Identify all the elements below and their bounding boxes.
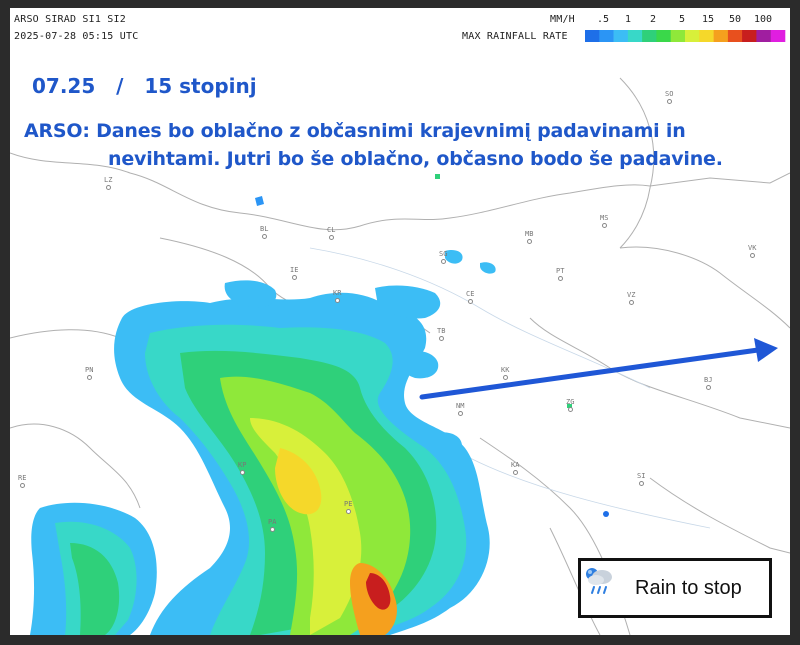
- legend-label: 2: [649, 14, 657, 25]
- city-marker: ZG: [566, 398, 575, 412]
- forecast-line-1: ARSO: Danes bo oblačno z občasnimi kraje…: [24, 120, 686, 142]
- legend-swatch: [685, 30, 700, 42]
- city-marker: KA: [511, 461, 520, 475]
- legend-swatch: [656, 30, 671, 42]
- city-marker: VZ: [627, 291, 636, 305]
- date-temperature-label: 07.25 / 15 stopinj: [32, 74, 257, 98]
- legend-swatch: [770, 30, 786, 42]
- city-marker: VK: [748, 244, 757, 258]
- legend-swatch: [613, 30, 629, 42]
- city-marker: IE: [290, 266, 299, 280]
- city-marker: SI: [637, 472, 646, 486]
- legend-caption: MAX RAINFALL RATE: [462, 31, 568, 42]
- city-marker: BL: [260, 225, 269, 239]
- legend-swatch: [642, 30, 657, 42]
- legend-swatch: [585, 30, 600, 42]
- city-marker: RE: [18, 474, 27, 488]
- legend-swatch: [670, 30, 686, 42]
- rain-to-stop-label: Rain to stop: [635, 576, 742, 599]
- city-marker: KP: [238, 461, 247, 475]
- city-marker: PE: [344, 500, 353, 514]
- legend-swatch: [727, 30, 743, 42]
- city-marker: KR: [333, 289, 342, 303]
- legend-swatch: [713, 30, 729, 42]
- forecast-line-2: nevihtami. Jutri bo še oblačno, občasno …: [108, 148, 723, 170]
- city-marker: TB: [437, 327, 446, 341]
- radar-map: ARSO SIRAD SI1 SI2 2025-07-28 05:15 UTC …: [10, 8, 790, 635]
- city-marker: PN: [85, 366, 94, 380]
- legend-swatch: [699, 30, 714, 42]
- border-serbia: [619, 246, 790, 329]
- city-marker: SG: [439, 250, 448, 264]
- rain-cloud-icon: [586, 568, 627, 606]
- legend-unit: MM/H: [550, 14, 575, 25]
- coast-istria: [10, 423, 141, 509]
- radar-timestamp: 2025-07-28 05:15 UTC: [14, 31, 139, 42]
- city-marker: SO: [665, 90, 674, 104]
- border-east: [649, 477, 790, 554]
- radar-frame: ARSO SIRAD SI1 SI2 2025-07-28 05:15 UTC …: [0, 0, 800, 645]
- legend-swatch: [742, 30, 757, 42]
- rain-to-stop-button[interactable]: Rain to stop: [578, 558, 772, 618]
- legend-swatch: [627, 30, 643, 42]
- city-marker: LZ: [104, 176, 113, 190]
- city-marker: PA: [268, 518, 277, 532]
- precipitation-layer: [30, 174, 609, 635]
- legend-swatch: [599, 30, 614, 42]
- city-marker: PT: [556, 267, 565, 281]
- legend-label: 50: [728, 14, 742, 25]
- city-marker: MS: [600, 214, 609, 228]
- legend-label: 100: [753, 14, 773, 25]
- border-italy: [10, 329, 121, 339]
- city-marker: CL: [327, 226, 336, 240]
- direction-arrow: [419, 338, 778, 400]
- city-marker: NM: [456, 402, 465, 416]
- map-layer: [10, 30, 790, 635]
- legend-strip: [585, 30, 786, 42]
- radar-title: ARSO SIRAD SI1 SI2: [14, 14, 126, 25]
- city-marker: CE: [466, 290, 475, 304]
- city-marker: MB: [525, 230, 534, 244]
- legend-label: 15: [701, 14, 715, 25]
- legend-swatch: [756, 30, 771, 42]
- city-marker: BJ: [704, 376, 713, 390]
- city-marker: KK: [501, 366, 510, 380]
